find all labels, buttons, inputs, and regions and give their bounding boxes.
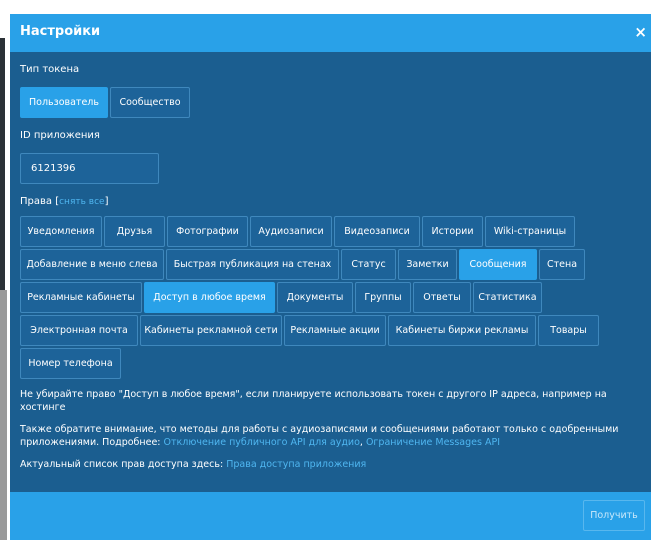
permission-button[interactable]: Статус (341, 249, 396, 280)
actual-list-note: Актуальный список прав доступа здесь: Пр… (20, 458, 651, 471)
permission-button[interactable]: Номер телефона (20, 348, 121, 379)
get-token-button[interactable]: Получить (583, 500, 645, 531)
warning-note: Не убирайте право "Доступ в любое время"… (20, 389, 607, 413)
app-rights-link[interactable]: Права доступа приложения (226, 459, 366, 470)
token-type-user-button[interactable]: Пользователь (20, 87, 108, 118)
permission-button[interactable]: Добавление в меню слева (20, 249, 164, 280)
app-id-label: ID приложения (20, 130, 100, 141)
messages-api-link[interactable]: Ограничение Messages API (366, 437, 500, 448)
rights-label: Права [снять все] (20, 196, 651, 207)
permissions-row-4: Электронная почта Кабинеты рекламной сети… (20, 315, 651, 346)
permission-button[interactable]: Заметки (398, 249, 457, 280)
actual-list-text: Актуальный список прав доступа здесь: (20, 459, 224, 470)
audio-api-link[interactable]: Отключение публичного API для аудио (164, 437, 360, 448)
attention-note: Также обратите внимание, что методы для … (20, 423, 651, 449)
permission-button[interactable]: Документы (277, 282, 353, 313)
permission-button[interactable]: Аудиозаписи (250, 216, 332, 247)
permission-button[interactable]: Группы (355, 282, 411, 313)
permission-button[interactable]: Друзья (104, 216, 165, 247)
close-icon[interactable]: × (634, 23, 647, 41)
permission-button[interactable]: Истории (422, 216, 483, 247)
rights-label-suffix: ] (104, 196, 109, 207)
permission-button[interactable]: Статистика (473, 282, 542, 313)
permission-button[interactable]: Wiki-страницы (485, 216, 575, 247)
permission-button[interactable]: Рекламные акции (284, 315, 386, 346)
permission-button[interactable]: Ответы (413, 282, 471, 313)
permission-button[interactable]: Видеозаписи (334, 216, 420, 247)
rights-label-prefix: Права [ (20, 196, 60, 207)
permissions-row-3: Рекламные кабинеты Доступ в любое время До… (20, 282, 651, 313)
permission-button[interactable]: Кабинеты рекламной сети (140, 315, 282, 346)
permissions-row-1: Уведомления Друзья Фотографии Аудиозаписи Ви… (20, 216, 651, 247)
token-type-label: Тип токена (20, 64, 80, 75)
permission-button[interactable]: Фотографии (167, 216, 248, 247)
permission-button[interactable]: Кабинеты биржи рекламы (388, 315, 536, 346)
permissions-grid: Уведомления Друзья Фотографии Аудиозаписи Ви… (20, 216, 651, 379)
permission-button[interactable]: Быстрая публикация на стенах (166, 249, 339, 280)
permissions-row-2: Добавление в меню слева Быстрая публикаци… (20, 249, 651, 280)
token-type-community-button[interactable]: Сообщество (110, 87, 190, 118)
permission-button[interactable]: Электронная почта (20, 315, 138, 346)
dialog-header: Настройки × (10, 14, 651, 52)
settings-dialog: Настройки × Тип токена Пользователь Сооб… (10, 14, 651, 540)
permission-button[interactable]: Рекламные кабинеты (20, 282, 142, 313)
permission-button[interactable]: Уведомления (20, 216, 102, 247)
token-type-group: Пользователь Сообщество (20, 87, 651, 118)
dialog-body: Тип токена Пользователь Сообщество ID пр… (10, 52, 651, 471)
dialog-title: Настройки (20, 24, 101, 39)
background-grey-strip (0, 290, 7, 540)
permissions-row-5: Номер телефона (20, 348, 651, 379)
permission-button[interactable]: Сообщения (459, 249, 537, 280)
permission-button[interactable]: Товары (538, 315, 599, 346)
permission-button[interactable]: Доступ в любое время (144, 282, 275, 313)
clear-all-rights-link[interactable]: снять все (59, 197, 104, 207)
app-id-input[interactable] (20, 153, 159, 184)
dialog-footer: Получить (10, 492, 651, 540)
permission-button[interactable]: Стена (539, 249, 585, 280)
